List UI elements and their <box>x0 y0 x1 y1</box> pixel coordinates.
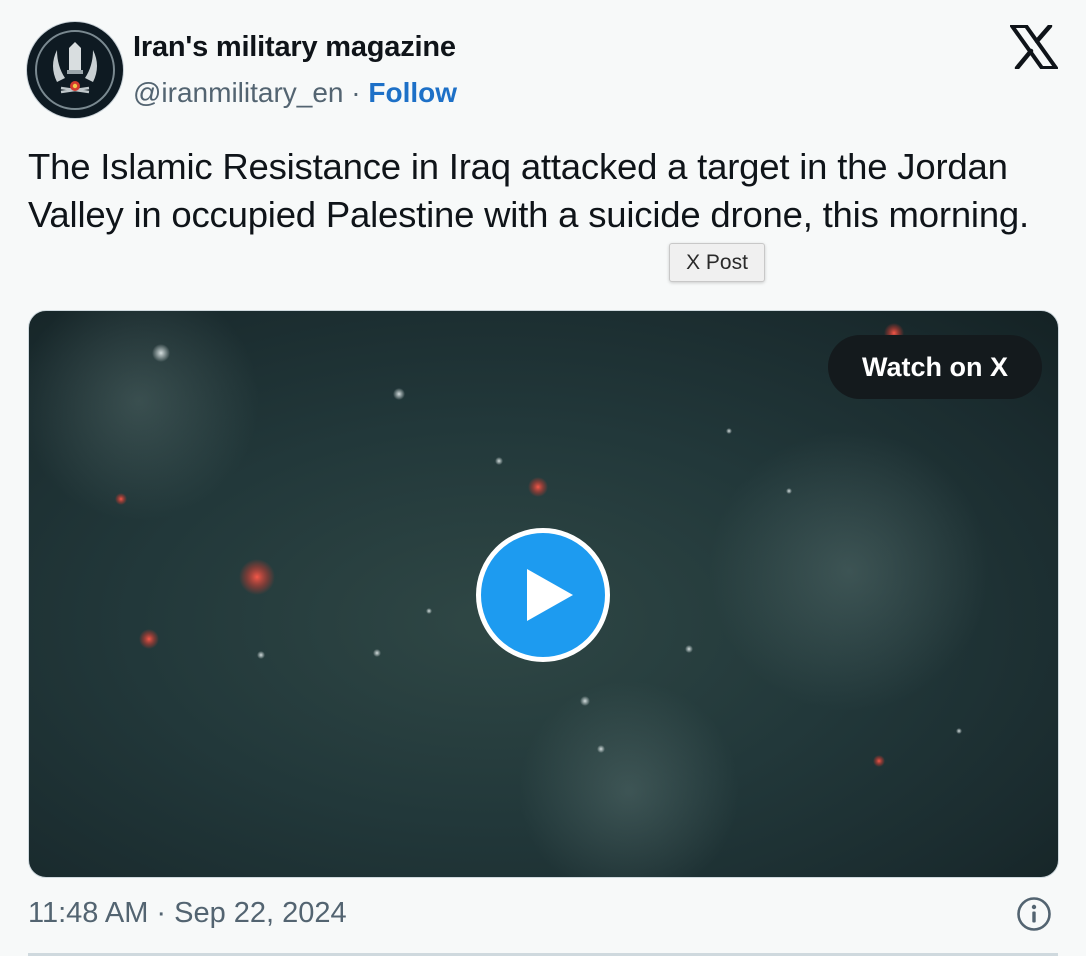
post-timestamp[interactable]: 11:48 AM · Sep 22, 2024 <box>28 897 347 930</box>
post-text: The Islamic Resistance in Iraq attacked … <box>28 146 1029 235</box>
author-handle[interactable]: @iranmilitary_en <box>133 77 344 108</box>
play-button[interactable] <box>476 528 610 662</box>
tooltip: X Post <box>669 243 765 282</box>
video-player[interactable]: Watch on X <box>28 310 1059 878</box>
x-logo-icon[interactable] <box>1010 23 1058 71</box>
watch-on-x-button[interactable]: Watch on X <box>828 335 1042 399</box>
info-icon[interactable] <box>1016 896 1052 932</box>
author-name[interactable]: Iran's military magazine <box>133 31 456 64</box>
meta-separator: · <box>351 77 361 108</box>
author-meta: @iranmilitary_en · Follow <box>133 77 457 109</box>
embedded-post: Iran's military magazine @iranmilitary_e… <box>0 0 1086 956</box>
emblem-avatar-icon <box>31 26 119 114</box>
author-avatar[interactable] <box>27 22 123 118</box>
play-icon <box>527 569 573 621</box>
follow-link[interactable]: Follow <box>368 77 457 108</box>
